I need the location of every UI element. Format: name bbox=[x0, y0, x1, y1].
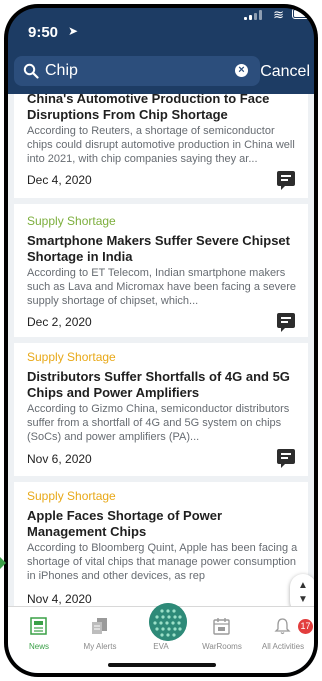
bell-icon bbox=[274, 618, 291, 635]
tab-warrooms[interactable]: WarRooms bbox=[191, 607, 253, 657]
article-title[interactable]: Smartphone Makers Suffer Severe Chipset … bbox=[27, 233, 299, 265]
article-date: Dec 2, 2020 bbox=[27, 315, 92, 329]
tab-label: My Alerts bbox=[83, 642, 117, 651]
cancel-button[interactable]: Cancel bbox=[260, 63, 310, 81]
news-icon bbox=[30, 617, 47, 635]
article-title[interactable]: Apple Faces Shortage of Power Management… bbox=[27, 508, 299, 540]
tab-label: WarRooms bbox=[202, 642, 242, 651]
article-date: Dec 4, 2020 bbox=[27, 173, 92, 187]
location-icon: ➤ bbox=[68, 24, 79, 38]
search-bar: Chip × Cancel bbox=[8, 52, 314, 94]
notification-badge: 17 bbox=[298, 619, 313, 634]
phone-frame: 9:50 ➤ ≋ Chip × Cancel China's Automotiv… bbox=[4, 4, 318, 677]
article-title[interactable]: China's Automotive Production to Face Di… bbox=[27, 94, 299, 123]
alerts-icon bbox=[92, 618, 107, 634]
search-query[interactable]: Chip bbox=[45, 62, 78, 80]
search-icon bbox=[23, 63, 39, 79]
app-screen: 9:50 ➤ ≋ Chip × Cancel China's Automotiv… bbox=[8, 8, 314, 673]
comment-icon[interactable] bbox=[277, 449, 295, 468]
article-date: Nov 4, 2020 bbox=[27, 592, 92, 606]
tab-my-alerts[interactable]: My Alerts bbox=[69, 607, 131, 657]
article-category: Supply Shortage bbox=[27, 214, 116, 228]
scroll-up-icon[interactable]: ▲ bbox=[290, 579, 314, 593]
warroom-icon bbox=[213, 618, 230, 635]
battery-icon bbox=[292, 8, 314, 19]
tab-label: All Activities bbox=[261, 642, 305, 651]
comment-icon[interactable] bbox=[277, 171, 295, 190]
article-card[interactable]: Supply Shortage Apple Faces Shortage of … bbox=[14, 482, 308, 606]
status-time: 9:50 bbox=[28, 24, 59, 41]
eva-button[interactable] bbox=[149, 603, 187, 641]
article-date: Nov 6, 2020 bbox=[27, 452, 92, 466]
scroll-down-icon[interactable]: ▼ bbox=[290, 593, 314, 606]
signal-icon bbox=[244, 10, 262, 20]
edge-marker bbox=[0, 557, 6, 569]
article-summary: According to Reuters, a shortage of semi… bbox=[27, 125, 295, 165]
news-list[interactable]: China's Automotive Production to Face Di… bbox=[8, 94, 314, 606]
home-indicator bbox=[108, 663, 216, 667]
tab-label: EVA bbox=[153, 642, 169, 651]
scroll-control[interactable]: ▲ ▼ bbox=[290, 574, 314, 606]
tab-news[interactable]: News bbox=[8, 607, 70, 657]
tab-label: News bbox=[28, 642, 49, 651]
wifi-icon: ≋ bbox=[273, 8, 284, 22]
article-card[interactable]: Supply Shortage Smartphone Makers Suffer… bbox=[14, 204, 308, 337]
article-summary: According to Gizmo China, semiconductor … bbox=[27, 403, 290, 443]
article-category: Supply Shortage bbox=[27, 489, 116, 503]
article-title[interactable]: Distributors Suffer Shortfalls of 4G and… bbox=[27, 369, 299, 401]
article-category: Supply Shortage bbox=[27, 350, 116, 364]
article-summary: According to ET Telecom, Indian smartpho… bbox=[27, 267, 297, 307]
article-card[interactable]: Supply Shortage Distributors Suffer Shor… bbox=[14, 343, 308, 476]
comment-icon[interactable] bbox=[277, 313, 295, 332]
search-input[interactable]: Chip × bbox=[14, 56, 260, 86]
clear-search-icon[interactable]: × bbox=[235, 64, 248, 77]
eva-icon bbox=[149, 603, 187, 641]
status-bar: 9:50 ➤ ≋ bbox=[8, 8, 314, 52]
article-summary: According to Bloomberg Quint, Apple has … bbox=[27, 542, 298, 582]
article-card[interactable]: China's Automotive Production to Face Di… bbox=[14, 94, 308, 198]
